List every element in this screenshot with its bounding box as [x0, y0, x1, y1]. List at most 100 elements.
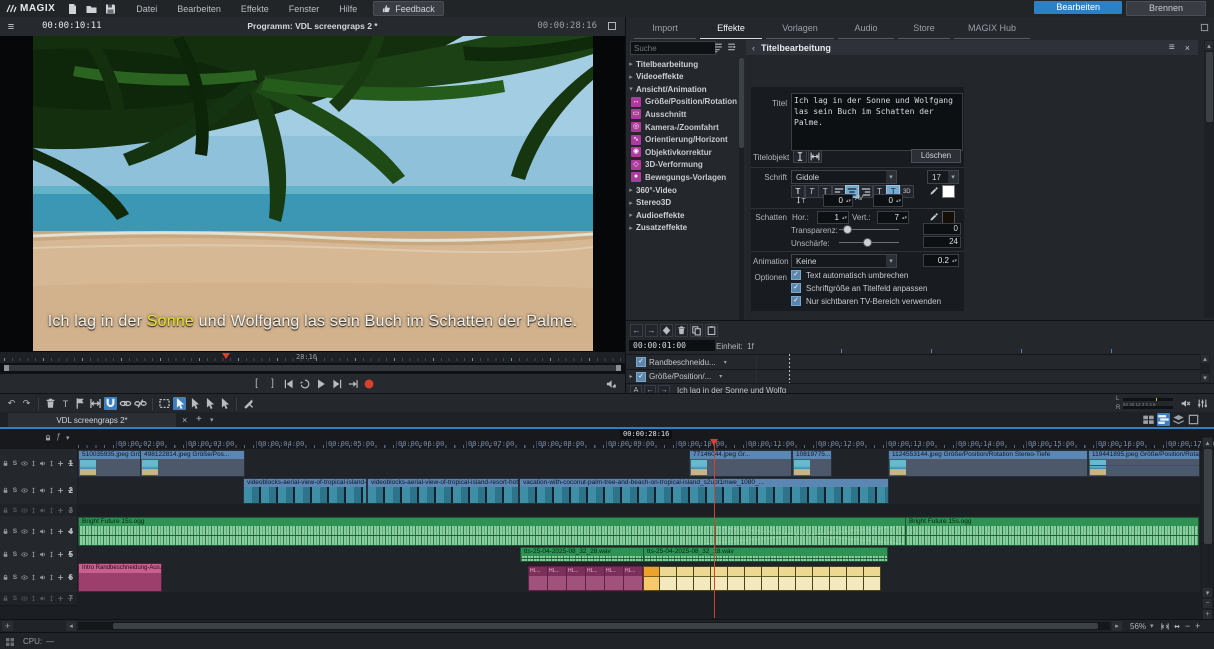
stepper-arrows[interactable]: ▴▾	[895, 199, 902, 203]
tree-videoeffekte[interactable]: ▸Videoeffekte	[626, 71, 738, 83]
monitor-volume-icon[interactable]	[605, 378, 617, 390]
subtitle-block[interactable]	[659, 566, 677, 591]
audio-clip[interactable]: tts-25-04-2025-08_32_28.wav	[520, 547, 644, 562]
subtitle-block[interactable]	[744, 566, 762, 591]
keyframe-playline[interactable]	[789, 354, 790, 383]
transparenz-value-box[interactable]: 0	[923, 223, 961, 235]
mouse-mode-icon[interactable]	[173, 397, 186, 410]
slider-knob[interactable]	[843, 225, 852, 234]
mouse-single-icon[interactable]	[188, 397, 201, 410]
expander-icon[interactable]: ▸	[626, 373, 636, 380]
menu-bearbeiten[interactable]: Bearbeiten	[167, 4, 231, 14]
range-in-button[interactable]: [	[251, 378, 263, 390]
track-resize-button[interactable]	[30, 460, 37, 467]
subtitle-block[interactable]: HL...	[547, 566, 567, 591]
track-solo-button[interactable]: S	[11, 595, 18, 602]
layout-grid-icon[interactable]	[5, 637, 15, 647]
tree-ausschnitt[interactable]: ▭Ausschnitt	[626, 108, 738, 120]
track-solo-button[interactable]: S	[11, 551, 18, 558]
timeline-ruler[interactable]: ƒ ▾ 00:00:28:16 00:00:02:0000:00:03:0000…	[0, 429, 1214, 450]
unschaerfe-slider[interactable]	[839, 237, 899, 247]
track-resize-button[interactable]	[30, 507, 37, 514]
vzoom-caret[interactable]: ▾	[1203, 588, 1212, 597]
line-spacing-icon[interactable]: T	[796, 195, 806, 205]
stretch-title-icon[interactable]	[808, 150, 822, 163]
redo-icon[interactable]: ↷	[20, 397, 33, 410]
menu-fenster[interactable]: Fenster	[279, 4, 330, 14]
track-plus-button[interactable]	[57, 528, 64, 535]
menu-effekte[interactable]: Effekte	[231, 4, 279, 14]
video-clip[interactable]: videoblocks-aerial-view-of-tropical-isla…	[243, 478, 367, 504]
track-7-lane[interactable]	[78, 592, 1200, 606]
scroll-down-icon[interactable]: ▾	[1201, 374, 1209, 382]
option-1[interactable]: ✓Text automatisch umbrechen	[791, 270, 908, 280]
list-view-icon[interactable]	[713, 42, 724, 53]
subtitle-block[interactable]: HL...	[585, 566, 605, 591]
track-visibility-button[interactable]	[21, 595, 28, 602]
keyframe-row-1[interactable]: ✓Randbeschneidu...▾	[626, 354, 1200, 369]
transparenz-slider[interactable]	[839, 224, 899, 234]
keyframe-row-2[interactable]: ▸✓Größe/Position/...▾	[626, 369, 1200, 384]
mouse-stretch-icon[interactable]	[218, 397, 231, 410]
track-lock-button[interactable]	[2, 528, 9, 535]
subtitle-block[interactable]: HL...	[623, 566, 643, 591]
subtitle-block[interactable]: HL...	[528, 566, 548, 591]
search-input[interactable]	[630, 41, 716, 55]
chevron-down-icon[interactable]: ▾	[724, 359, 727, 366]
shadow-color-picker-icon[interactable]	[929, 212, 939, 222]
track-mute-button[interactable]	[39, 574, 46, 581]
ungroup-icon[interactable]	[134, 397, 147, 410]
panel-menu-icon[interactable]: ≡	[1169, 42, 1175, 53]
track-visibility-button[interactable]	[21, 528, 28, 535]
open-project-icon[interactable]	[85, 3, 98, 15]
video-clip[interactable]: 119441895.jpeg Größe/Position/Rota...	[1088, 450, 1200, 477]
track-solo-button[interactable]: S	[11, 507, 18, 514]
record-button[interactable]	[363, 378, 375, 390]
range-handle-right[interactable]	[616, 365, 621, 371]
track-plus-button[interactable]	[57, 551, 64, 558]
title-icon[interactable]: T	[59, 397, 72, 410]
range-icon[interactable]	[89, 397, 102, 410]
track-solo-button[interactable]: S	[11, 528, 18, 535]
preview-seekbar[interactable]: 28:16	[0, 352, 625, 363]
subtitle-block[interactable]	[812, 566, 830, 591]
jump-end-button[interactable]	[331, 378, 343, 390]
stepper-arrows[interactable]: ▴▾	[845, 199, 852, 203]
track-mute-button[interactable]	[39, 551, 46, 558]
subtitle-block[interactable]	[643, 566, 660, 591]
tree-3d-verformung[interactable]: ◇3D-Verformung	[626, 159, 738, 171]
tab-audio[interactable]: Audio	[838, 23, 894, 39]
scroll-right-icon[interactable]: ▸	[1112, 621, 1122, 631]
delete-icon[interactable]	[44, 397, 57, 410]
subtitle-block[interactable]	[710, 566, 728, 591]
track-plus-button[interactable]	[57, 595, 64, 602]
video-clip[interactable]: 10819775...	[792, 450, 832, 477]
track-fade-button[interactable]	[48, 551, 55, 558]
mode-brennen-button[interactable]: Brennen	[1126, 1, 1206, 16]
razor-icon[interactable]	[242, 397, 255, 410]
shadow-vert-stepper[interactable]: 7 ▴▾	[877, 211, 909, 224]
text-cursor-icon[interactable]	[793, 150, 807, 163]
track-resize-button[interactable]	[30, 487, 37, 494]
scroll-left-icon[interactable]: ◂	[66, 621, 76, 631]
track-fade-button[interactable]	[48, 528, 55, 535]
track-visibility-button[interactable]	[21, 574, 28, 581]
subtitle-block[interactable]	[676, 566, 694, 591]
kerning-stepper[interactable]: 0 ▴▾	[873, 194, 903, 207]
menu-hilfe[interactable]: Hilfe	[329, 4, 367, 14]
mute-master-icon[interactable]	[1180, 398, 1191, 409]
tab-vorlagen[interactable]: Vorlagen	[766, 23, 834, 39]
preview-range-bar[interactable]	[0, 363, 625, 373]
scroll-up-icon[interactable]: ▴	[1205, 41, 1213, 50]
new-project-icon[interactable]	[66, 3, 79, 15]
tree-gr-e-position-rotation[interactable]: ↔Größe/Position/Rotation	[626, 96, 738, 108]
audio-clip[interactable]: tts-25-04-2025-08_32_28.wav	[643, 547, 888, 562]
title-clip[interactable]: Intro Randbeschneidung-Aus...	[78, 563, 162, 592]
track-fade-button[interactable]	[48, 507, 55, 514]
track-mute-button[interactable]	[39, 487, 46, 494]
mode-bearbeiten-button[interactable]: Bearbeiten	[1034, 1, 1122, 14]
preset-view-icon[interactable]	[726, 42, 737, 53]
h-scroll-thumb[interactable]	[113, 623, 1098, 629]
mixer-icon[interactable]	[1197, 398, 1208, 409]
track-lock-button[interactable]	[2, 487, 9, 494]
